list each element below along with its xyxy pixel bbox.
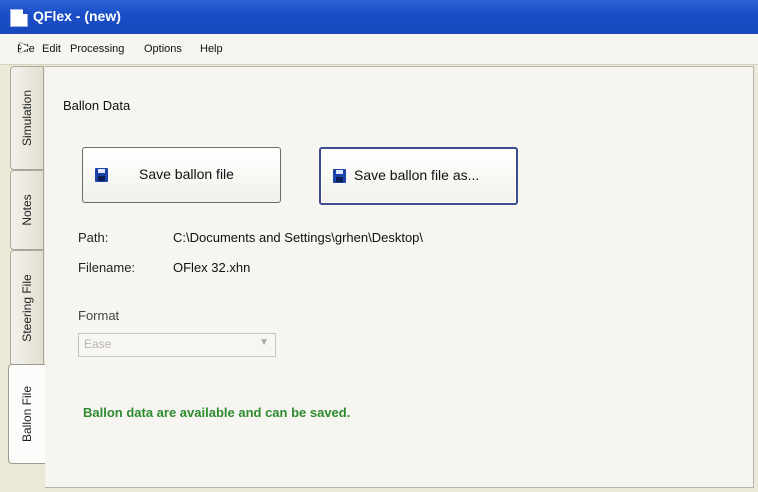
- menu-options[interactable]: Options: [144, 43, 182, 55]
- filename-value: OFlex 32.xhn: [173, 260, 251, 275]
- path-value: C:\Documents and Settings\grhen\Desktop\: [173, 230, 424, 245]
- menu-edit[interactable]: Edit: [42, 43, 61, 55]
- tab-simulation[interactable]: Simulation: [10, 66, 44, 170]
- mouse-pointer-icon: ➤: [17, 38, 32, 57]
- tab-notes-label: Notes: [20, 194, 34, 226]
- save-ballon-file-as-button[interactable]: Save ballon file as...: [319, 147, 518, 205]
- save-ballon-file-as-label: Save ballon file as...: [354, 167, 480, 183]
- menu-processing[interactable]: Processing: [70, 43, 124, 55]
- tab-notes[interactable]: Notes: [10, 170, 44, 250]
- format-select-value: Ease: [84, 337, 112, 351]
- tab-ballon-file-label: Ballon File: [20, 385, 34, 443]
- side-tab-strip: Simulation Notes Steering File Ballon Fi…: [6, 66, 46, 476]
- tab-simulation-label: Simulation: [20, 89, 34, 147]
- filename-label: Filename:: [78, 260, 136, 275]
- tab-steering-file[interactable]: Steering File: [10, 250, 44, 366]
- tab-ballon-file[interactable]: Ballon File: [8, 364, 46, 464]
- status-message: Ballon data are available and can be sav…: [83, 405, 351, 420]
- menu-bar: File Edit Processing Options Help: [0, 34, 758, 65]
- window-title: QFlex - (new): [33, 8, 121, 24]
- save-ballon-file-button[interactable]: Save ballon file: [82, 147, 281, 203]
- title-bar: QFlex - (new): [0, 0, 758, 34]
- floppy-disk-icon: [333, 169, 346, 183]
- ballon-file-panel: Ballon Data Save ballon file Save ballon…: [45, 66, 754, 488]
- save-ballon-file-label: Save ballon file: [139, 166, 234, 182]
- section-title: Ballon Data: [63, 98, 131, 113]
- chevron-down-icon: ▼: [259, 337, 269, 348]
- floppy-disk-icon: [95, 168, 108, 182]
- path-label: Path:: [78, 230, 109, 245]
- menu-help[interactable]: Help: [200, 43, 223, 55]
- format-select[interactable]: Ease ▼: [78, 333, 276, 357]
- format-label: Format: [78, 308, 120, 323]
- app-icon: [10, 9, 28, 27]
- tab-steering-file-label: Steering File: [20, 274, 34, 342]
